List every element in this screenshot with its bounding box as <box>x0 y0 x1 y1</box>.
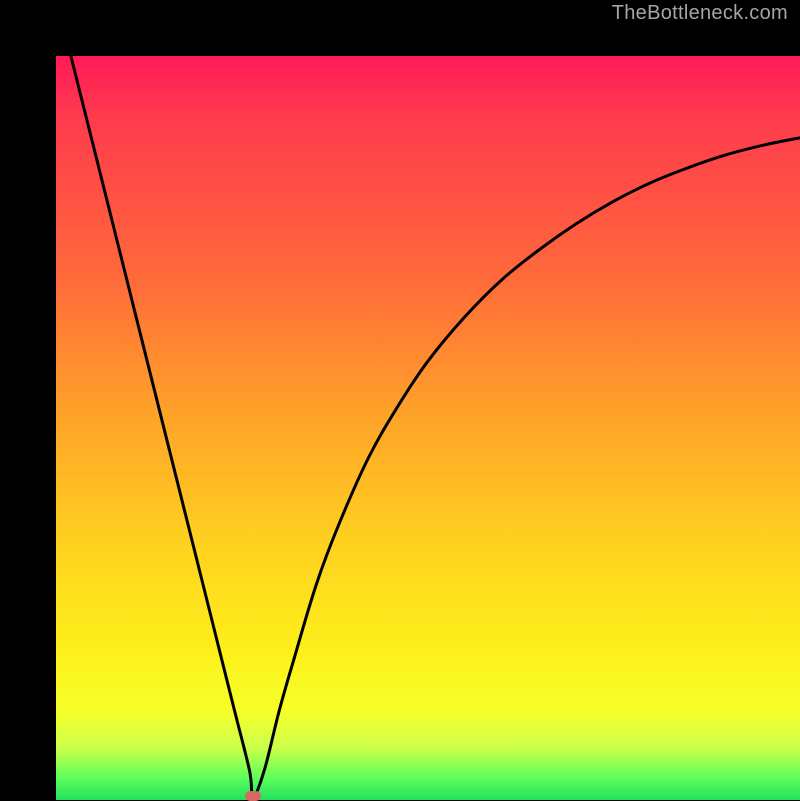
plot-area <box>56 56 800 800</box>
bottleneck-curve <box>56 56 800 800</box>
watermark-text: TheBottleneck.com <box>612 2 788 25</box>
chart-frame <box>0 0 800 800</box>
